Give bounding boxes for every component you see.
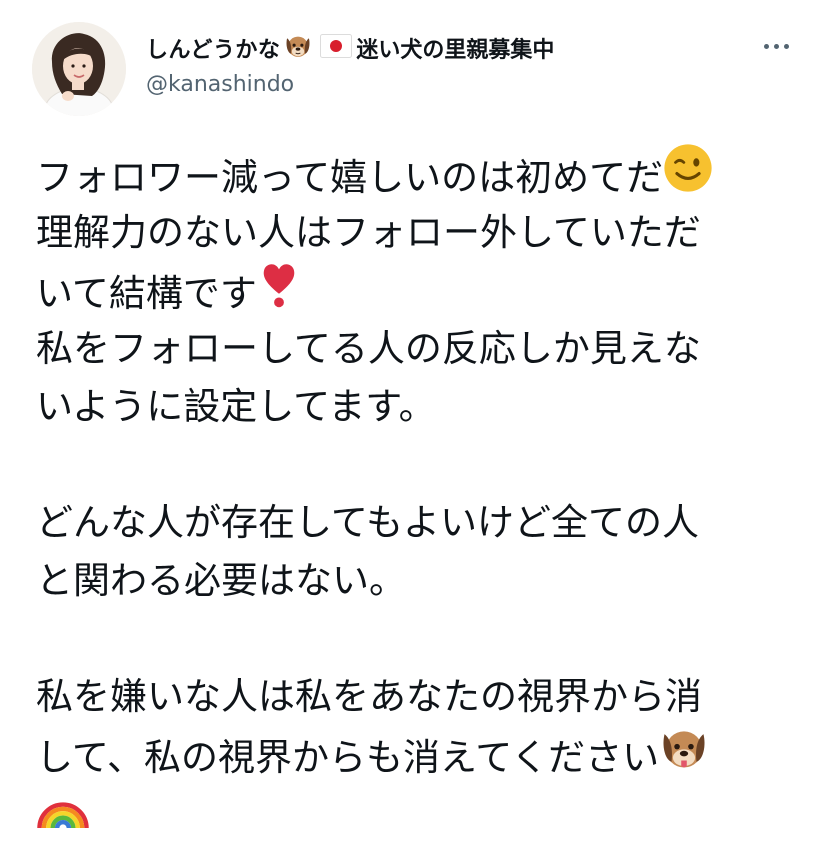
tweet-line: 私を嫌いな人は私をあなたの視界から消	[36, 668, 796, 726]
display-name-suffix[interactable]: 迷い犬の里親募集中	[356, 32, 554, 64]
tweet-line-text: して、私の視界からも消えてください	[36, 736, 660, 779]
tweet-line-text: どんな人が存在してもよいけど全ての人	[36, 501, 700, 544]
japan-flag-icon	[320, 34, 353, 62]
tweet: しんどうかな 迷い犬の里親募集中 @kanashindo フォロワー減って嬉しい…	[0, 0, 828, 829]
more-dot-icon	[763, 43, 769, 49]
tweet-line: 私をフォローしてる人の反応しか見えな	[36, 320, 796, 378]
heavy-exclamation-heart-icon	[257, 259, 301, 326]
display-name[interactable]: しんどうかな	[146, 32, 280, 64]
tweet-line: して、私の視界からも消えてください	[36, 726, 796, 784]
tweet-header: しんどうかな 迷い犬の里親募集中 @kanashindo	[32, 22, 796, 118]
tweet-line-text: いように設定してます。	[36, 385, 436, 428]
user-handle[interactable]: @kanashindo	[146, 72, 294, 97]
more-dot-icon	[773, 43, 779, 49]
winking-face-icon	[663, 143, 713, 210]
tweet-text: フォロワー減って嬉しいのは初めてだ 理解力のない人はフォロー外していただ いて結…	[36, 144, 796, 842]
tweet-line-text: 理解力のない人はフォロー外していただ	[36, 211, 701, 254]
tweet-line-text: フォロワー減って嬉しいのは初めてだ	[36, 156, 664, 199]
tweet-line-text: 私をフォローしてる人の反応しか見えな	[36, 327, 701, 370]
tweet-line-text: 私を嫌いな人は私をあなたの視界から消	[36, 675, 702, 718]
tweet-line: 理解力のない人はフォロー外していただ	[36, 204, 796, 262]
tweet-line-text: と関わる必要はない。	[36, 559, 406, 602]
tweet-line: いて結構です	[36, 262, 796, 320]
dog-face-icon	[284, 32, 312, 64]
more-dot-icon	[783, 43, 789, 49]
tweet-line	[36, 784, 796, 842]
rainbow-icon	[36, 781, 90, 848]
tweet-line: フォロワー減って嬉しいのは初めてだ	[36, 144, 796, 204]
tweet-line: いように設定してます。	[36, 378, 796, 436]
dog-face-icon	[659, 723, 709, 790]
more-options-button[interactable]	[756, 34, 796, 58]
tweet-line: と関わる必要はない。	[36, 552, 796, 610]
avatar-image	[32, 22, 126, 116]
tweet-line-text: いて結構です	[36, 272, 257, 315]
tweet-line: どんな人が存在してもよいけど全ての人	[36, 494, 796, 552]
name-row[interactable]: しんどうかな 迷い犬の里親募集中	[146, 32, 554, 64]
avatar[interactable]	[32, 22, 126, 116]
